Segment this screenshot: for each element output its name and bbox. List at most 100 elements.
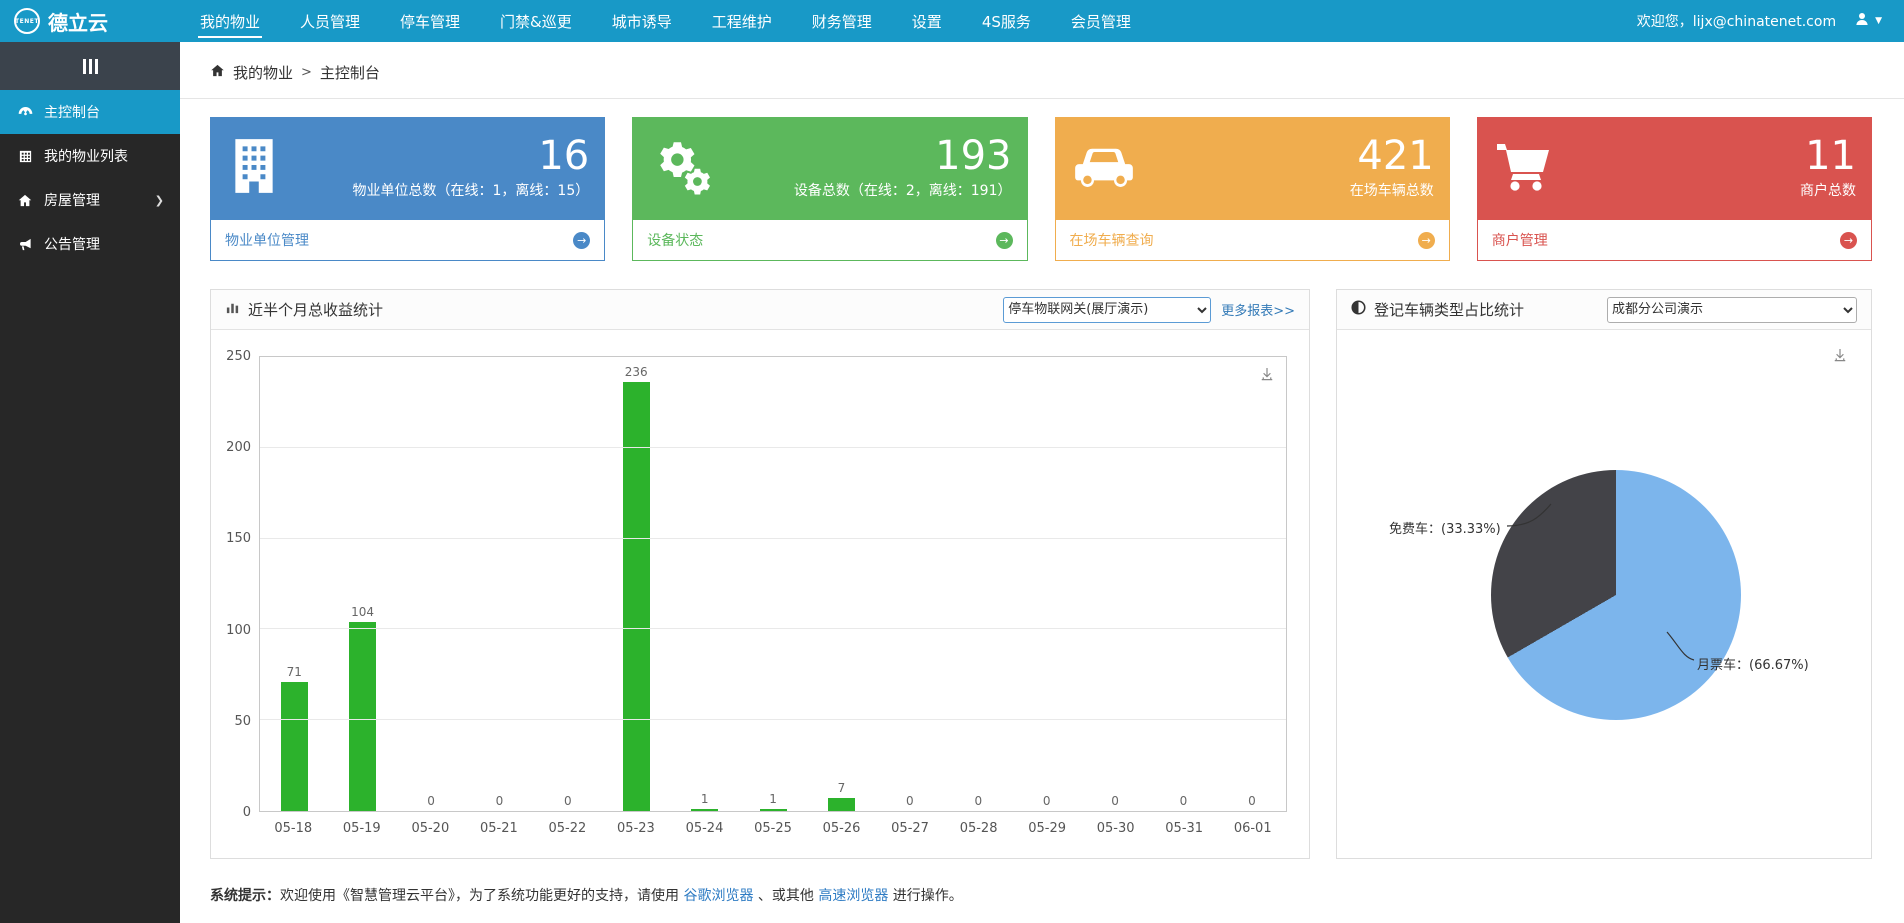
sidebar-item[interactable]: 房屋管理❯ (0, 178, 180, 222)
bar-value-label: 1 (769, 792, 777, 806)
building-icon (228, 137, 280, 199)
sidebar-item[interactable]: 我的物业列表 (0, 134, 180, 178)
topnav-item[interactable]: 停车管理 (380, 0, 480, 42)
bar-series: 71104000236117000000 (260, 357, 1286, 811)
card-footer-link[interactable]: 商户管理→ (1477, 219, 1872, 261)
card-footer-link[interactable]: 设备状态→ (632, 219, 1027, 261)
y-tick-label: 150 (217, 531, 251, 546)
gateway-select[interactable]: 停车物联网关(展厅演示) (1003, 297, 1211, 323)
y-tick-label: 0 (217, 805, 251, 820)
user-menu[interactable]: ▼ (1854, 11, 1882, 31)
arrow-circle-right-icon: → (1840, 232, 1857, 249)
revenue-chart: 050100150200250 71104000236117000000 05-… (211, 330, 1309, 848)
sidebar-item-label: 我的物业列表 (44, 146, 128, 166)
bar-value-label: 0 (906, 794, 914, 808)
bar-plot: 71104000236117000000 (259, 356, 1287, 812)
topnav-item[interactable]: 人员管理 (280, 0, 380, 42)
sidebar-item[interactable]: 主控制台 (0, 90, 180, 134)
bar-slot: 0 (944, 357, 1012, 811)
hint-prefix: 系统提示： (210, 888, 280, 904)
bar-slot: 236 (602, 357, 670, 811)
x-tick-label: 06-01 (1218, 821, 1287, 836)
topnav-item[interactable]: 4S服务 (962, 0, 1051, 42)
app-logo[interactable]: TENET 德立云 (0, 0, 180, 42)
card-footer-link[interactable]: 在场车辆查询→ (1055, 219, 1450, 261)
stat-value: 193 (935, 134, 1011, 178)
bar-value-label: 0 (564, 794, 572, 808)
chevron-down-icon: ▼ (1875, 16, 1882, 26)
logo-icon: TENET (14, 8, 40, 34)
gridline (260, 538, 1286, 539)
topnav-item[interactable]: 门禁&巡更 (480, 0, 592, 42)
pie-label-free: 免费车：(33.33%) (1389, 518, 1501, 537)
bar (828, 798, 855, 811)
stat-card-body: 11商户总数 (1477, 117, 1872, 219)
bar (349, 622, 376, 811)
topnav-item[interactable]: 会员管理 (1051, 0, 1151, 42)
bar-value-label: 236 (625, 365, 648, 379)
breadcrumb-root[interactable]: 我的物业 (233, 62, 293, 83)
more-reports-link[interactable]: 更多报表>> (1221, 300, 1295, 319)
sidebar-menu: 主控制台我的物业列表房屋管理❯ 公告管理 (0, 90, 180, 266)
bar-value-label: 71 (287, 665, 302, 679)
gridline (260, 447, 1286, 448)
sidebar-item[interactable]: 公告管理 (0, 222, 180, 266)
stat-card: 193设备总数（在线：2，离线：191） 设备状态→ (632, 117, 1027, 261)
x-tick-label: 05-25 (739, 821, 808, 836)
x-tick-label: 05-18 (259, 821, 328, 836)
bar-value-label: 0 (1111, 794, 1119, 808)
breadcrumb-separator: > (301, 65, 312, 80)
x-tick-label: 05-30 (1081, 821, 1150, 836)
x-tick-label: 05-24 (670, 821, 739, 836)
topnav-item[interactable]: 城市诱导 (592, 0, 692, 42)
gears-icon (650, 137, 712, 199)
download-icon[interactable] (1258, 365, 1276, 387)
stat-value: 421 (1357, 134, 1433, 178)
topnav-item[interactable]: 设置 (892, 0, 962, 42)
card-footer-label: 在场车辆查询 (1070, 230, 1154, 250)
y-tick-label: 50 (217, 714, 251, 729)
topnav-item[interactable]: 我的物业 (180, 0, 280, 42)
sidebar-item-label: 主控制台 (44, 102, 100, 122)
stat-card-body: 421在场车辆总数 (1055, 117, 1450, 219)
welcome-text: 欢迎您，lijx@chinatenet.com (1637, 11, 1836, 31)
bar-slot: 104 (328, 357, 396, 811)
car-icon (1073, 141, 1135, 195)
hint-text: 欢迎使用《智慧管理云平台》，为了系统功能更好的支持，请使用 (280, 888, 683, 904)
charts-row: 近半个月总收益统计 停车物联网关(展厅演示) 更多报表>> 0501001502… (180, 261, 1904, 859)
topbar: TENET 德立云 我的物业人员管理停车管理门禁&巡更城市诱导工程维护财务管理设… (0, 0, 1904, 42)
topnav-item[interactable]: 财务管理 (792, 0, 892, 42)
revenue-panel-header: 近半个月总收益统计 停车物联网关(展厅演示) 更多报表>> (211, 290, 1309, 330)
bar-slot: 0 (397, 357, 465, 811)
bar-slot: 1 (670, 357, 738, 811)
app-name: 德立云 (48, 7, 108, 36)
y-tick-label: 100 (217, 623, 251, 638)
sidebar-item-label: 公告管理 (44, 234, 100, 254)
system-hint: 系统提示：欢迎使用《智慧管理云平台》，为了系统功能更好的支持，请使用 谷歌浏览器… (180, 859, 1904, 905)
stat-card-body: 16物业单位总数（在线：1，离线：15） (210, 117, 605, 219)
revenue-panel-title: 近半个月总收益统计 (248, 299, 383, 320)
pie (1491, 470, 1741, 720)
card-footer-link[interactable]: 物业单位管理→ (210, 219, 605, 261)
bar-value-label: 0 (496, 794, 504, 808)
bar-slot: 0 (1218, 357, 1286, 811)
sidebar-toggle-icon[interactable] (0, 42, 180, 90)
x-tick-label: 05-29 (1013, 821, 1082, 836)
chrome-browser-link[interactable]: 谷歌浏览器 (683, 888, 753, 904)
branch-select[interactable]: 成都分公司演示 (1607, 297, 1857, 323)
topbar-right: 欢迎您，lijx@chinatenet.com ▼ (1637, 0, 1904, 42)
download-icon[interactable] (1831, 346, 1849, 368)
topnav-item[interactable]: 工程维护 (692, 0, 792, 42)
gridline (260, 719, 1286, 720)
fast-browser-link[interactable]: 高速浏览器 (818, 888, 888, 904)
stat-label: 设备总数（在线：2，离线：191） (794, 180, 1012, 200)
bar-value-label: 0 (1180, 794, 1188, 808)
stat-card: 16物业单位总数（在线：1，离线：15）物业单位管理→ (210, 117, 605, 261)
arrow-circle-right-icon: → (996, 232, 1013, 249)
bar (281, 682, 308, 811)
bar-value-label: 0 (974, 794, 982, 808)
list-icon (16, 149, 34, 164)
user-icon (1854, 11, 1870, 31)
bar-slot: 0 (534, 357, 602, 811)
breadcrumb-current: 主控制台 (320, 62, 380, 83)
